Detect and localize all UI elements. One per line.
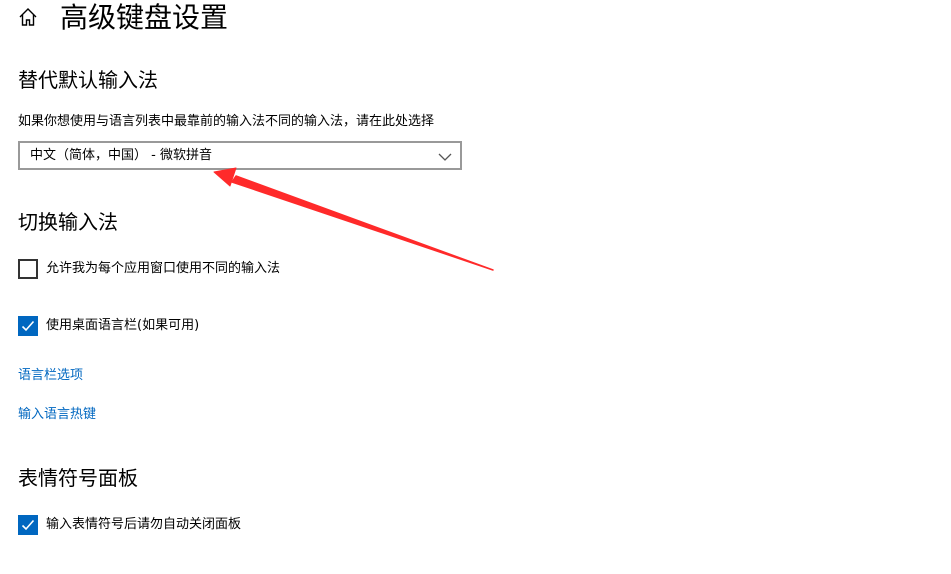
per-app-input-label: 允许我为每个应用窗口使用不同的输入法 <box>46 261 281 276</box>
override-input-description: 如果你想使用与语言列表中最靠前的输入法不同的输入法，请在此处选择 <box>18 114 435 129</box>
emoji-close-panel-row: 输入表情符号后请勿自动关闭面板 <box>18 515 241 535</box>
dropdown-selected-value: 中文（简体，中国） - 微软拼音 <box>30 148 212 163</box>
input-language-hotkeys-link[interactable]: 输入语言热键 <box>18 405 96 425</box>
default-input-method-dropdown[interactable]: 中文（简体，中国） - 微软拼音 <box>18 141 462 170</box>
chevron-down-icon <box>438 149 452 163</box>
checkmark-icon <box>21 519 35 531</box>
override-input-heading: 替代默认输入法 <box>18 68 158 92</box>
per-app-input-checkbox[interactable] <box>18 259 38 279</box>
emoji-close-panel-checkbox[interactable] <box>18 515 38 535</box>
per-app-input-row: 允许我为每个应用窗口使用不同的输入法 <box>18 259 280 279</box>
page-title: 高级键盘设置 <box>60 1 229 34</box>
emoji-panel-heading: 表情符号面板 <box>18 466 138 490</box>
emoji-close-panel-label: 输入表情符号后请勿自动关闭面板 <box>46 517 242 532</box>
desktop-language-bar-label: 使用桌面语言栏(如果可用) <box>46 318 200 333</box>
language-bar-options-link[interactable]: 语言栏选项 <box>18 366 83 386</box>
desktop-language-bar-row: 使用桌面语言栏(如果可用) <box>18 316 199 336</box>
checkmark-icon <box>21 320 35 332</box>
home-icon[interactable] <box>17 6 39 28</box>
desktop-language-bar-checkbox[interactable] <box>18 316 38 336</box>
switching-heading: 切换输入法 <box>18 210 118 234</box>
